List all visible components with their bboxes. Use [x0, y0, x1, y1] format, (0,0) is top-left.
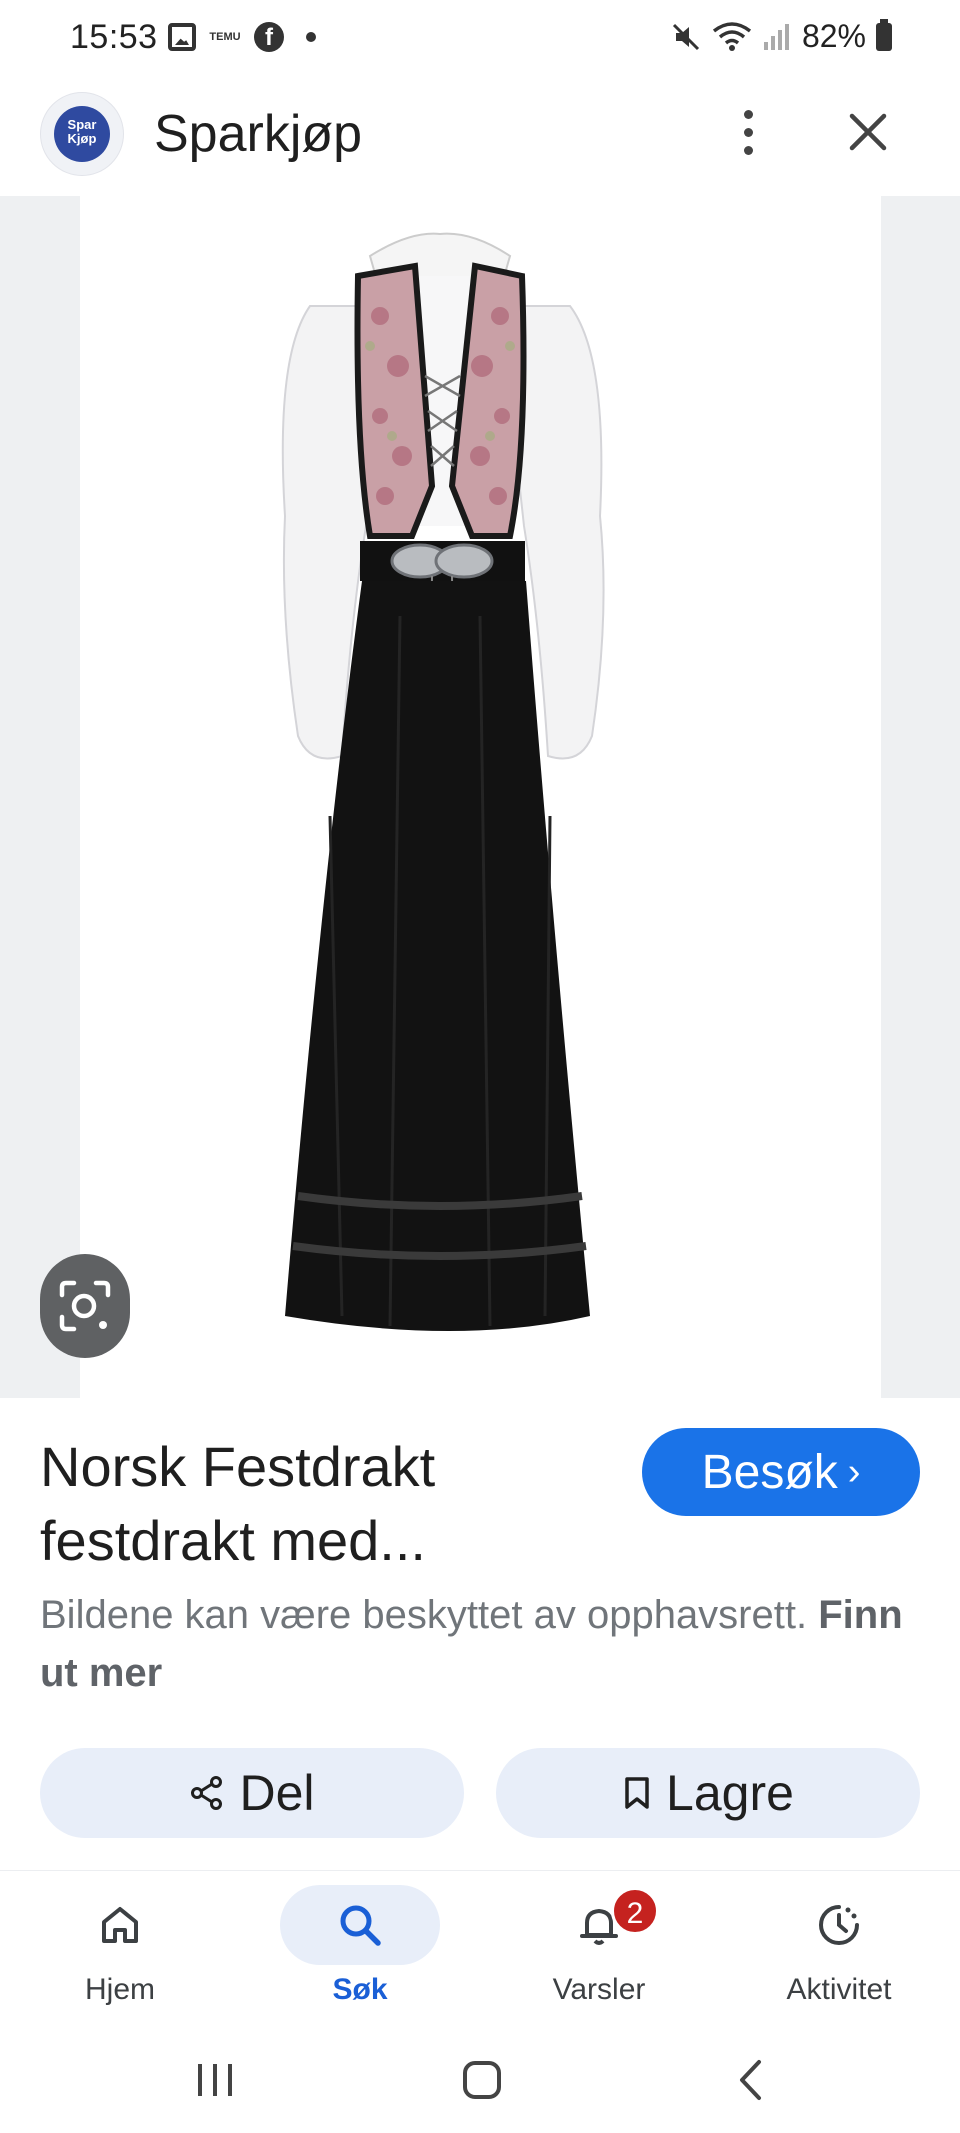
status-bar: 15:53 TEMU f 82%: [0, 0, 960, 80]
home-icon: [102, 1907, 138, 1943]
chevron-right-icon: ›: [847, 1450, 861, 1493]
save-button[interactable]: Lagre: [496, 1748, 920, 1838]
more-options-button[interactable]: [720, 102, 776, 162]
bookmark-icon: [625, 1777, 649, 1809]
status-system-icons: 82%: [670, 18, 892, 55]
google-lens-button[interactable]: [40, 1254, 130, 1358]
save-label: Lagre: [666, 1765, 794, 1821]
copyright-notice-text: Bildene kan være beskyttet av opphavsret…: [40, 1593, 808, 1637]
visit-button-label: Besøk: [701, 1445, 838, 1499]
result-title-line2: festdrakt med...: [40, 1509, 426, 1572]
home-square-icon: [463, 2061, 501, 2099]
image-preview-area: [0, 196, 960, 1398]
more-dot-icon: [743, 127, 753, 137]
site-name[interactable]: Sparkjøp: [154, 104, 362, 164]
recent-apps-button[interactable]: [180, 2050, 250, 2110]
nav-icon-container: [40, 1885, 200, 1965]
nav-label-search: Søk: [332, 1973, 388, 2006]
status-notification-icons: TEMU f: [168, 22, 316, 52]
facebook-notification-icon: f: [254, 22, 284, 52]
result-header: Spar Kjøp Sparkjøp: [0, 80, 960, 195]
bottom-navigation: Hjem Søk 2 Varsler Aktivitet: [0, 1870, 960, 2020]
close-icon: [849, 113, 887, 151]
nav-icon-container: [280, 1885, 440, 1965]
battery-percent: 82%: [801, 18, 866, 54]
temu-notification-icon: TEMU: [209, 31, 241, 43]
share-button[interactable]: Del: [40, 1748, 464, 1838]
more-notifications-dot-icon: [306, 32, 316, 42]
home-system-button[interactable]: [447, 2050, 517, 2110]
recent-apps-icon: [198, 2064, 232, 2096]
close-button[interactable]: [840, 104, 896, 160]
nav-item-notifications[interactable]: 2 Varsler: [499, 1885, 699, 2015]
notification-badge: 2: [611, 1887, 659, 1935]
nav-icon-container: 2: [519, 1885, 679, 1965]
site-logo: Spar Kjøp: [40, 92, 124, 176]
result-title-line1: Norsk Festdrakt: [40, 1435, 436, 1498]
nav-label-notifications: Varsler: [552, 1973, 646, 2006]
back-chevron-icon: [740, 2060, 761, 2100]
nav-icon-container: [759, 1885, 919, 1965]
screen: 15:53 TEMU f 82% Spar Kjøp Sparkjøp Nors…: [0, 0, 960, 2133]
activity-icon: [819, 1905, 859, 1945]
site-logo-text: Spar Kjøp: [54, 106, 110, 162]
battery-icon: [876, 18, 892, 51]
nav-item-home[interactable]: Hjem: [20, 1885, 220, 2015]
lens-icon: [59, 1280, 111, 1332]
nav-label-home: Hjem: [84, 1973, 155, 2006]
festdrakt-illustration: [281, 232, 605, 1331]
nav-label-activity: Aktivitet: [786, 1973, 892, 2006]
nav-item-activity[interactable]: Aktivitet: [739, 1885, 939, 2015]
share-icon: [191, 1776, 223, 1810]
search-icon: [340, 1905, 381, 1946]
system-navigation-bar: [0, 2020, 960, 2133]
gallery-notification-icon: [168, 23, 196, 51]
status-time: 15:53: [70, 18, 158, 56]
more-dot-icon: [743, 109, 753, 119]
mute-icon: [670, 21, 702, 53]
share-label: Del: [239, 1765, 315, 1821]
back-button[interactable]: [717, 2050, 787, 2110]
result-title[interactable]: Norsk Festdrakt festdrakt med...: [40, 1430, 620, 1578]
copyright-notice: Bildene kan være beskyttet av opphavsret…: [40, 1586, 920, 1702]
product-image[interactable]: [80, 196, 881, 1398]
visit-button[interactable]: Besøk ›: [642, 1428, 920, 1516]
more-dot-icon: [743, 145, 753, 155]
signal-icon: [762, 22, 792, 52]
action-row: Del Lagre: [40, 1748, 920, 1838]
wifi-icon: [712, 21, 752, 53]
nav-item-search[interactable]: Søk: [260, 1885, 460, 2015]
